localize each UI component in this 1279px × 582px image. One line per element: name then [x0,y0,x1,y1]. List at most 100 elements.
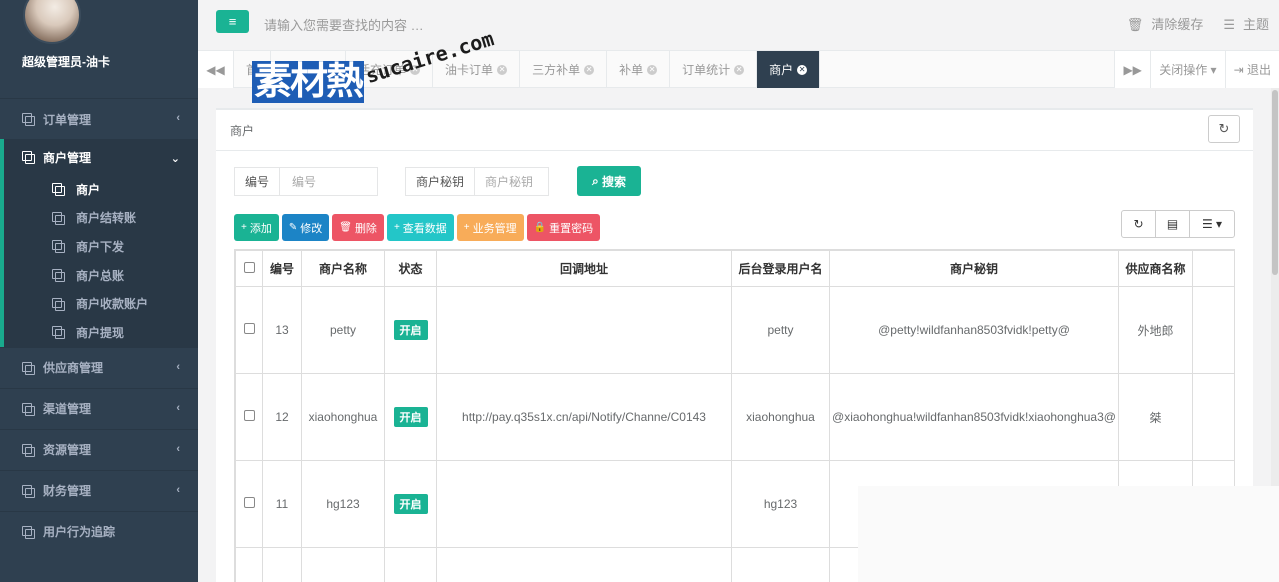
sidebar-subitem-2[interactable]: 商户下发 [4,232,198,261]
action-label: 重置密码 [549,222,594,235]
table-row[interactable]: 13 petty 开启 petty @petty!wildfanhan8503fvidk… [235,286,1234,374]
action-button-3[interactable]: + 查看数据 [386,214,454,241]
cell-login-value: xiaohonghua [746,410,815,424]
action-icon: + [241,222,247,233]
theme-button[interactable]: ☰ 主题 [1223,14,1269,33]
close-ops-dropdown[interactable]: 关闭操作 ▾ [1150,51,1224,88]
close-ops-label: 关闭操作 [1159,63,1208,77]
columns-dropdown[interactable]: ☰ ▾ [1190,211,1234,237]
close-icon[interactable]: ✕ [734,64,745,75]
table-row[interactable]: 12 xiaohonghua 开启 http://pay.q35s1x.cn/api/… [235,373,1234,461]
close-icon[interactable]: ✕ [647,64,658,75]
sidebar-subitem-label: 商户结转账 [76,211,137,226]
cell-secret: @xiaohonghua!wildfanhan8503fvidk!xiaohon… [829,373,1119,461]
id-filter-input[interactable]: 编号 [280,168,316,195]
row-select-cell[interactable] [235,373,263,461]
cell-id: 11 [262,460,302,548]
column-header: 商户名称 [301,250,385,287]
scrollbar-thumb[interactable] [1272,90,1278,275]
search-icon: ⌕ [591,173,599,188]
sidebar-item-label: 商户管理 [43,150,92,165]
secret-filter: 商户秘钥 商户秘钥 [405,167,549,196]
avatar[interactable] [23,0,81,44]
close-icon[interactable]: ✕ [584,64,595,75]
row-select-cell[interactable] [235,286,263,374]
table-refresh-button[interactable]: ↻ [1122,211,1156,237]
checkbox[interactable] [243,261,255,273]
sidebar-subitem-5[interactable]: 商户提现 [4,318,198,347]
search-button[interactable]: ⌕ 搜索 [577,166,641,196]
empty-cell [262,547,302,582]
column-header: 商户秘钥 [829,250,1119,287]
status-badge: 开启 [393,494,428,514]
secret-filter-label: 商户秘钥 [406,168,476,195]
row-select-cell[interactable] [235,460,263,548]
toggle-view-button[interactable]: ▤ [1156,211,1190,237]
sidebar-item-items_after3[interactable]: 财务管理 ‹ [0,469,198,511]
sidebar-subitem-label: 商户下发 [76,239,125,254]
cell-id-value: 12 [275,410,289,424]
select-all-header[interactable] [235,250,263,287]
refresh-icon: ↻ [1218,121,1230,136]
sidebar-subitem-3[interactable]: 商户总账 [4,261,198,290]
action-button-4[interactable]: + 业务管理 [456,214,524,241]
row-checkbox[interactable] [243,410,255,421]
close-icon[interactable]: ✕ [797,64,808,75]
action-label: 删除 [354,222,377,235]
tab-scroll-left-button[interactable]: ◀◀ [198,51,234,88]
sidebar-item-label: 资源管理 [43,443,92,458]
chevron-down-icon: ⌄ [170,153,180,165]
id-filter: 编号 编号 [234,167,378,196]
row-checkbox[interactable] [243,497,255,508]
profile-name[interactable]: 超级管理员-油卡 [22,53,110,70]
secret-filter-input[interactable]: 商户秘钥 [475,168,533,195]
sidebar-item-items_after2[interactable]: 资源管理 ‹ [0,428,198,470]
logout-button[interactable]: ⇥ 退出 [1224,51,1279,88]
copy-icon [22,525,35,539]
chevron-left-icon: ‹ [176,112,180,124]
action-icon: 🗑 [339,222,352,233]
tab-4[interactable]: 三方补单 ✕ [520,51,608,88]
id-filter-label: 编号 [235,168,281,195]
search-button-label: 搜索 [602,174,627,189]
search-input[interactable]: 请输入您需要查找的内容 … [264,15,424,34]
sidebar-item-items_after1[interactable]: 渠道管理 ‹ [0,387,198,429]
action-button-1[interactable]: ✎ 修改 [281,214,330,241]
clear-cache-button[interactable]: 🗑 清除缓存 [1127,14,1204,33]
tab-7[interactable]: 商户 ✕ [757,51,821,88]
action-button-5[interactable]: 🔒 重置密码 [526,214,601,241]
action-button-2[interactable]: 🗑 删除 [332,214,384,241]
cell-callback: http://pay.q35s1x.cn/api/Notify/Channe/C… [436,373,732,461]
empty-cell [436,547,732,582]
cell-login: xiaohonghua [731,373,830,461]
cell-id: 13 [262,286,302,374]
tab-6[interactable]: 订单统计 ✕ [670,51,758,88]
sidebar-item-items_after0[interactable]: 供应商管理 ‹ [0,346,198,388]
table-tools: ↻ ▤ ☰ ▾ [1121,210,1235,238]
sidebar-subitem-0[interactable]: 商户 [4,175,198,204]
sidebar-item-merchant-management[interactable]: 商户管理 ⌄ [4,139,198,175]
close-icon[interactable]: ✕ [497,64,508,75]
chevron-left-icon: ‹ [176,442,180,455]
menu-toggle-button[interactable]: ≡ [216,10,249,33]
panel-title: 商户 [216,110,1253,151]
backward-icon: ◀◀ [206,62,225,77]
tab-label: 商户 [769,63,794,77]
action-icon: 🔒 [533,222,547,233]
action-label: 添加 [249,222,272,235]
column-header: 编号 [262,250,302,287]
sidebar-subitem-4[interactable]: 商户收款账户 [4,289,198,318]
list-alt-icon: ▤ [1166,217,1179,231]
cell-status: 开启 [384,460,437,548]
action-button-0[interactable]: + 添加 [234,214,279,241]
tab-scroll-right-button[interactable]: ▶▶ [1114,51,1150,88]
sidebar-item-items_before0[interactable]: 订单管理 ‹ [0,98,198,139]
blank-overlay [858,486,1279,582]
cell-callback [436,460,732,548]
copy-icon [22,113,35,126]
tab-5[interactable]: 补单 ✕ [607,51,671,88]
refresh-button[interactable]: ↻ [1208,115,1240,143]
sidebar-item-items_after4[interactable]: 用户行为追踪 [0,510,198,552]
row-checkbox[interactable] [243,323,255,334]
sidebar-subitem-1[interactable]: 商户结转账 [4,204,198,233]
